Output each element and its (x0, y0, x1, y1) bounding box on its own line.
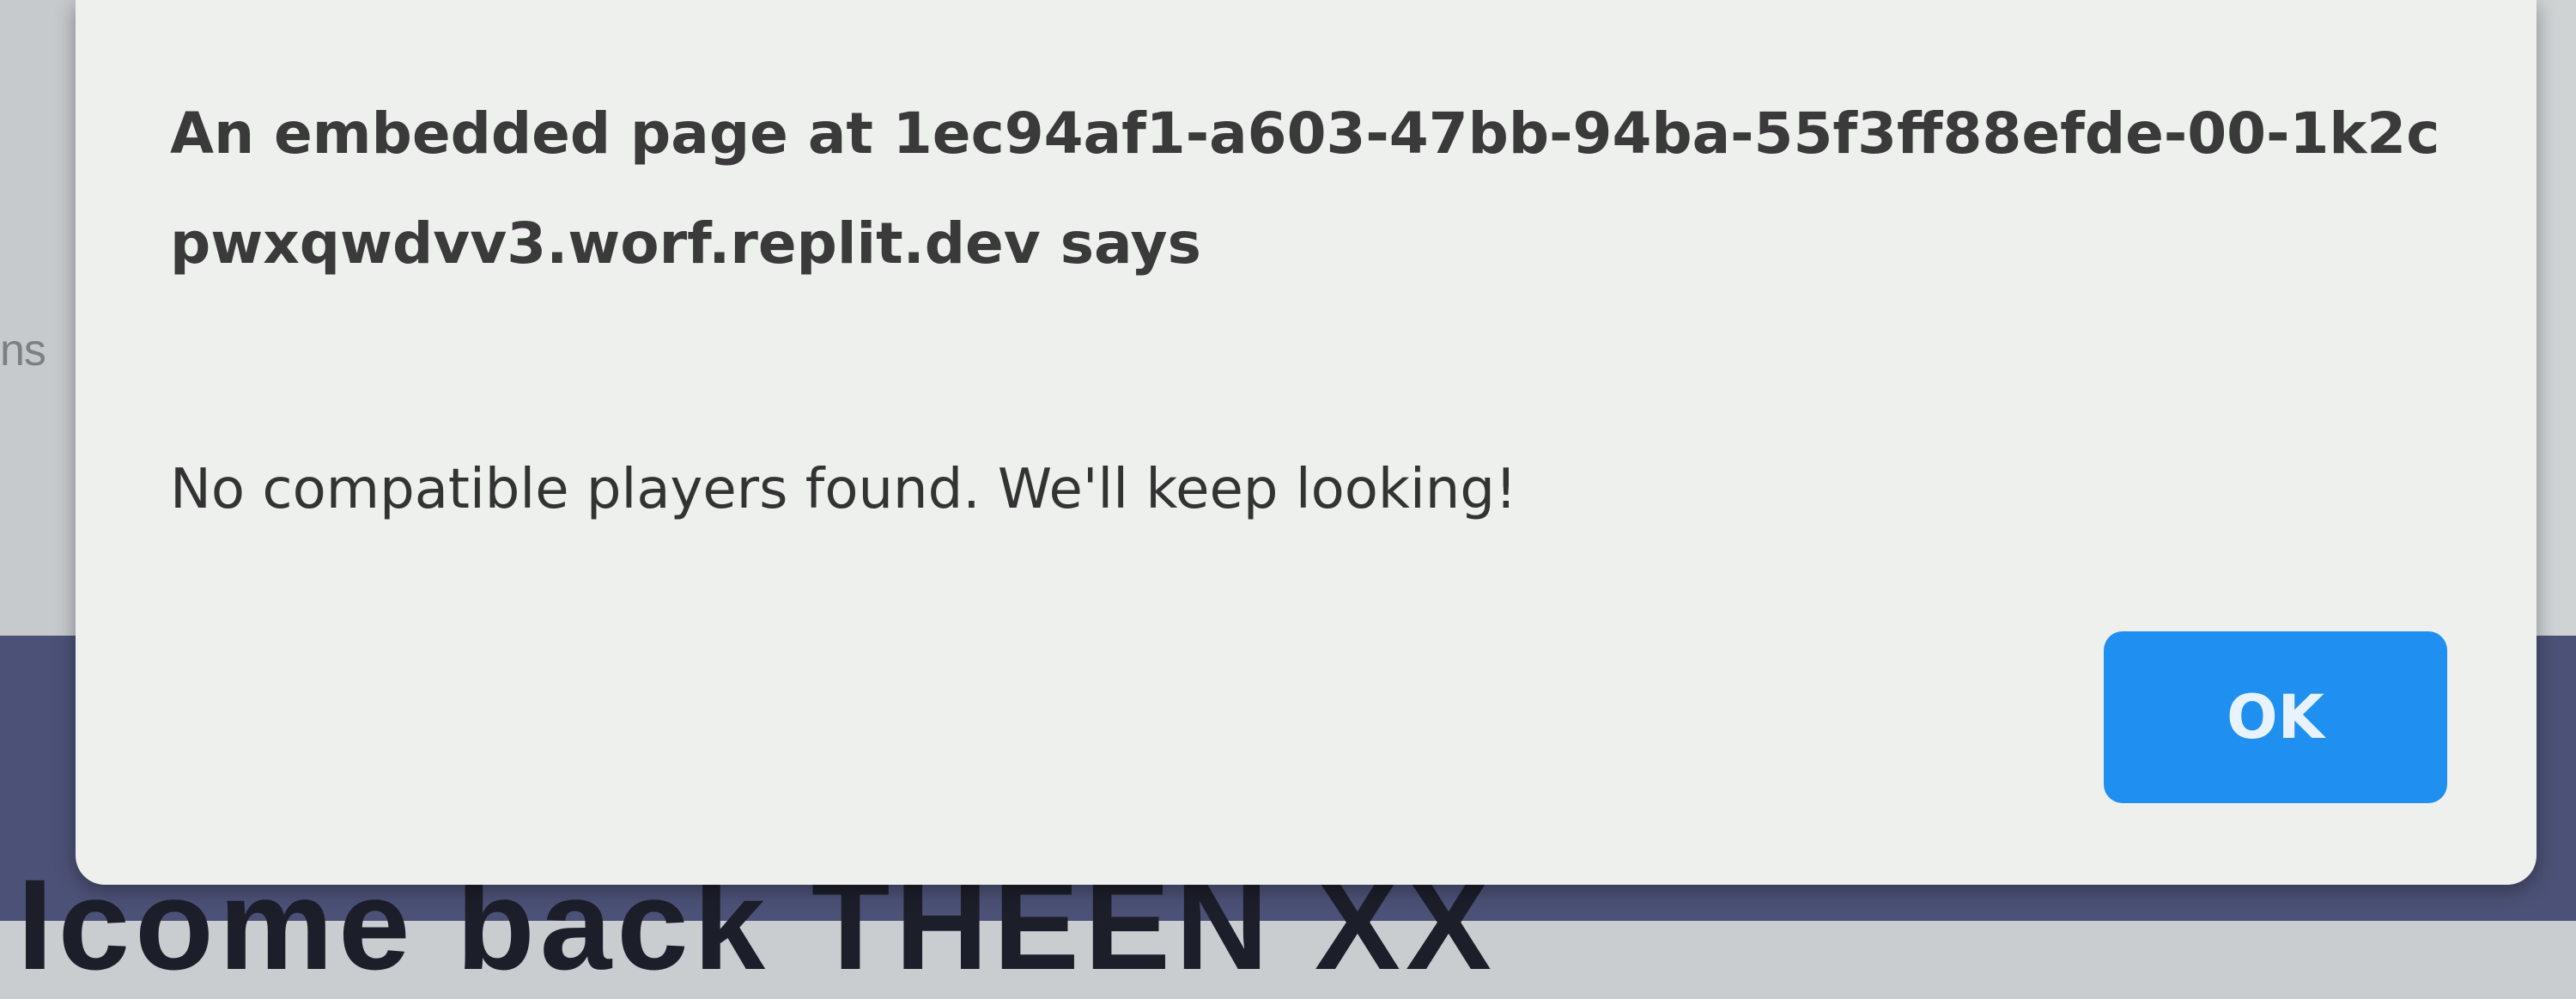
alert-dialog: An embedded page at 1ec94af1-a603-47bb-9… (76, 0, 2537, 885)
dialog-title: An embedded page at 1ec94af1-a603-47bb-9… (170, 101, 2440, 277)
dialog-message: No compatible players found. We'll keep … (170, 458, 1517, 521)
background-left-panel (0, 0, 77, 636)
background-partial-text-left: ns (0, 326, 46, 375)
ok-button[interactable]: OK (2104, 631, 2447, 803)
